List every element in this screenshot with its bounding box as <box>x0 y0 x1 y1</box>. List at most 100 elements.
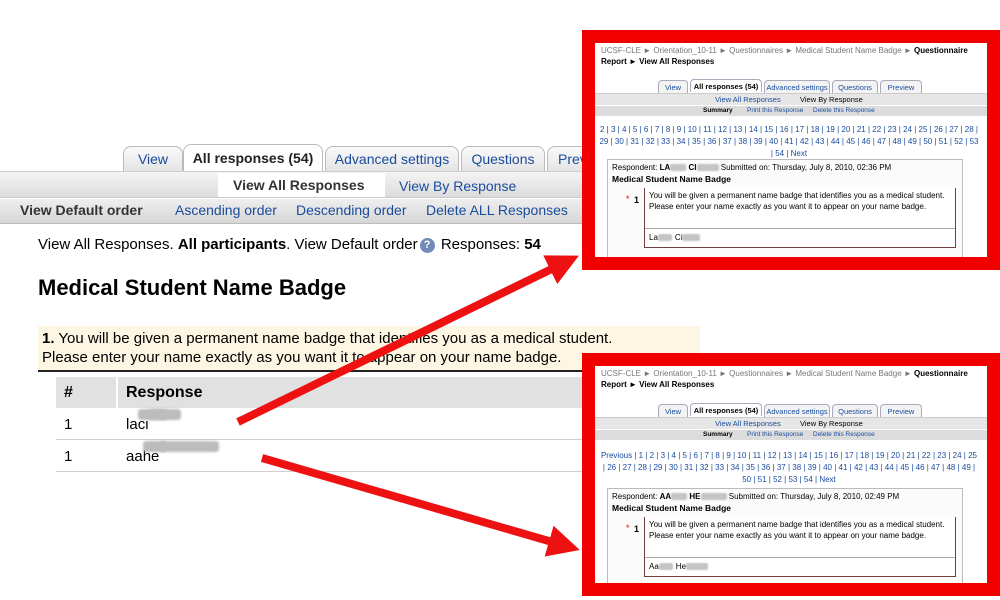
mini-subtab-bar: View All Responses View By Response <box>595 93 987 105</box>
response-question: You will be given a permanent name badge… <box>644 517 956 577</box>
mini-tab-questions[interactable]: Questions <box>832 80 878 93</box>
response-title: Medical Student Name Badge <box>612 174 732 184</box>
answer-first: Aa <box>649 562 659 571</box>
question-line2: Please enter your name exactly as you wa… <box>42 349 562 366</box>
tab-view[interactable]: View <box>123 146 183 171</box>
response-answer: Aa He <box>645 557 955 572</box>
answer-first: La <box>649 233 658 242</box>
redaction-blur <box>658 563 673 571</box>
redaction-blur <box>670 164 687 172</box>
response-answer: La Ci <box>645 228 955 243</box>
status-prefix: View All Responses. <box>38 236 178 253</box>
redaction-blur <box>671 493 688 501</box>
order-descending-link[interactable]: Descending order <box>296 202 407 218</box>
mini-view-all-responses-link[interactable]: View All Responses <box>715 95 781 104</box>
question-text: 1. You will be given a permanent name ba… <box>42 329 612 367</box>
respondent-first: LA <box>659 163 671 172</box>
tab-all-responses[interactable]: All responses (54) <box>183 144 323 171</box>
responses-status-line: View All Responses. All participants. Vi… <box>38 236 541 253</box>
redaction-blur <box>148 409 181 420</box>
mini-tab-view[interactable]: View <box>658 404 688 417</box>
respondent-label: Respondent: <box>612 492 660 501</box>
respondent-line: Respondent: LA CI Submitted on: Thursday… <box>612 163 891 172</box>
breadcrumb: UCSF-CLE ► Orientation_10-11 ► Questionn… <box>601 368 981 390</box>
mini-tab-preview[interactable]: Preview <box>880 80 922 93</box>
pagination[interactable]: Previous | 1 | 2 | 3 | 4 | 5 | 6 | 7 | 8… <box>599 450 979 486</box>
screenshot-stage: View All responses (54) Advanced setting… <box>0 0 1000 600</box>
response-first-name: aa <box>126 448 143 465</box>
mini-tab-view[interactable]: View <box>658 80 688 93</box>
table-header-num: # <box>56 377 116 408</box>
response-box: Respondent: LA CI Submitted on: Thursday… <box>607 159 963 257</box>
respondent-last: HE <box>689 492 701 501</box>
mini-delete-response-link[interactable]: Delete this Response <box>813 107 875 114</box>
redaction-blur <box>682 234 701 242</box>
status-participants: All participants <box>177 236 287 253</box>
row-response: la ci <box>126 409 181 440</box>
required-asterisk: * <box>626 194 630 204</box>
question-number: 1 <box>634 195 640 205</box>
required-asterisk: * <box>626 523 630 533</box>
answer-last: Ci <box>674 233 683 242</box>
answer-last: He <box>675 562 687 571</box>
response-question-text: You will be given a permanent name badge… <box>649 191 945 211</box>
mini-tab-advanced-settings[interactable]: Advanced settings <box>764 80 830 93</box>
redaction-blur <box>657 234 672 242</box>
redaction-blur <box>159 441 220 452</box>
submitted-on: Submitted on: Thursday, July 8, 2010, 02… <box>728 492 900 501</box>
mini-print-response-link[interactable]: Print this Response <box>747 107 803 114</box>
breadcrumb: UCSF-CLE ► Orientation_10-11 ► Questionn… <box>601 45 981 67</box>
redaction-blur <box>696 164 719 172</box>
breadcrumb-links[interactable]: UCSF-CLE ► Orientation_10-11 ► Questionn… <box>601 46 914 55</box>
tab-advanced-settings[interactable]: Advanced settings <box>325 146 459 171</box>
table-header-response: Response <box>118 377 590 408</box>
mini-subtab-bar: View All Responses View By Response <box>595 417 987 429</box>
mini-tab-preview[interactable]: Preview <box>880 404 922 417</box>
table-row: 1 aa he <box>56 441 590 472</box>
status-responses-count: 54 <box>524 236 541 253</box>
mini-tab-questions[interactable]: Questions <box>832 404 878 417</box>
response-first-name: la <box>126 416 138 433</box>
respondent-line: Respondent: AA HE Submitted on: Thursday… <box>612 492 899 501</box>
row-number: 1 <box>64 448 73 465</box>
mini-summary: Summary <box>703 107 733 114</box>
mini-action-bar: Summary Print this Response Delete this … <box>595 430 987 440</box>
help-icon[interactable]: ? <box>419 237 435 253</box>
breadcrumb-links[interactable]: UCSF-CLE ► Orientation_10-11 ► Questionn… <box>601 369 914 378</box>
status-order: . View Default order <box>286 236 418 253</box>
mini-tab-all-responses[interactable]: All responses (54) <box>690 79 762 92</box>
response-box: Respondent: AA HE Submitted on: Thursday… <box>607 488 963 583</box>
subtab-view-by-response[interactable]: View By Response <box>399 178 516 194</box>
submitted-on: Submitted on: Thursday, July 8, 2010, 02… <box>720 163 892 172</box>
mini-summary: Summary <box>703 431 733 438</box>
mini-view-all-responses-link[interactable]: View All Responses <box>715 419 781 428</box>
response-question: You will be given a permanent name badge… <box>644 188 956 248</box>
subtab-view-all-responses[interactable]: View All Responses <box>233 177 365 193</box>
mini-view-by-response: View By Response <box>800 95 863 104</box>
mini-delete-response-link[interactable]: Delete this Response <box>813 431 875 438</box>
question-divider <box>38 370 590 372</box>
status-responses-label: Responses: <box>440 236 525 253</box>
row-response: aa he <box>126 441 220 472</box>
mini-tab-all-responses[interactable]: All responses (54) <box>690 403 762 416</box>
tab-questions[interactable]: Questions <box>461 146 545 171</box>
table-row: 1 la ci <box>56 409 590 440</box>
mini-tab-advanced-settings[interactable]: Advanced settings <box>764 404 830 417</box>
order-ascending-link[interactable]: Ascending order <box>175 202 277 218</box>
response-title: Medical Student Name Badge <box>612 503 732 513</box>
mini-print-response-link[interactable]: Print this Response <box>747 431 803 438</box>
mini-view-by-response: View By Response <box>800 419 863 428</box>
callout-response-2: UCSF-CLE ► Orientation_10-11 ► Questionn… <box>582 353 1000 596</box>
callout-response-1: UCSF-CLE ► Orientation_10-11 ► Questionn… <box>582 30 1000 270</box>
question-number: 1. <box>42 330 55 347</box>
redaction-blur <box>686 563 709 571</box>
question-title: Medical Student Name Badge <box>38 275 347 300</box>
row-number: 1 <box>64 416 73 433</box>
pagination[interactable]: 2 | 3 | 4 | 5 | 6 | 7 | 8 | 9 | 10 | 11 … <box>599 124 979 160</box>
respondent-label: Respondent: <box>612 163 660 172</box>
question-line1: You will be given a permanent name badge… <box>54 330 613 347</box>
response-question-text: You will be given a permanent name badge… <box>649 520 945 540</box>
delete-all-responses-link[interactable]: Delete ALL Responses <box>426 202 568 218</box>
respondent-last: CI <box>688 163 697 172</box>
redaction-blur <box>700 493 727 501</box>
